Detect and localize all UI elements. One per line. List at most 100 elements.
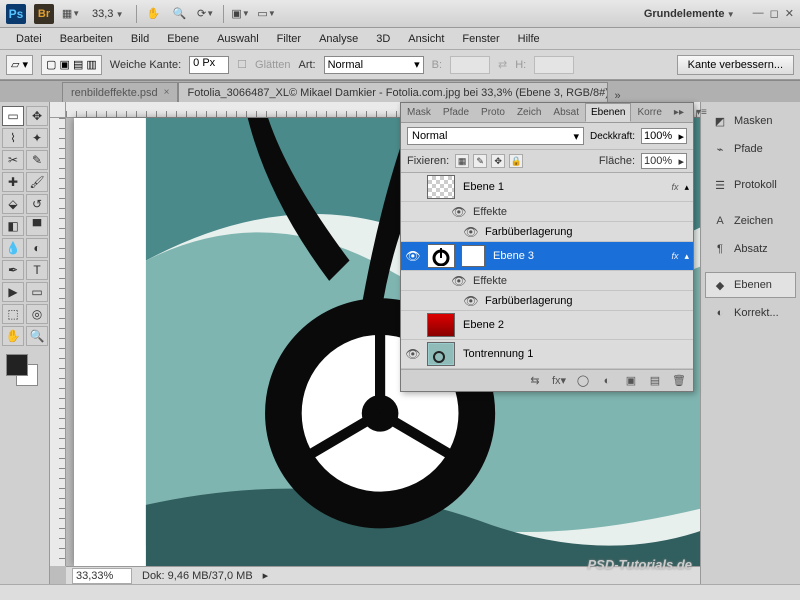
dock-ebenen[interactable]: ◆Ebenen — [705, 272, 796, 298]
shape-tool[interactable]: ▭ — [26, 282, 48, 302]
layer-mask-thumbnail[interactable] — [461, 245, 485, 267]
doc-tab-active[interactable]: Fotolia_3066487_XL© Mikael Damkier - Fot… — [178, 82, 608, 102]
photoshop-logo[interactable]: Ps — [6, 4, 26, 24]
lock-all-icon[interactable]: 🔒 — [509, 154, 523, 168]
dock-masken[interactable]: ◩Masken — [705, 108, 796, 134]
panel-collapse-icon[interactable]: ▸▸ — [668, 103, 690, 122]
healing-tool[interactable]: ✚ — [2, 172, 24, 192]
menu-fenster[interactable]: Fenster — [454, 30, 507, 48]
dodge-tool[interactable]: ◐ — [26, 238, 48, 258]
eye-icon[interactable]: 👁 — [405, 249, 420, 263]
move-tool[interactable]: ✥ — [26, 106, 48, 126]
fx-badge[interactable]: fx — [671, 251, 678, 261]
menu-ansicht[interactable]: Ansicht — [400, 30, 452, 48]
pen-tool[interactable]: ✒ — [2, 260, 24, 280]
group-icon[interactable]: ▣ — [623, 373, 639, 389]
menu-bearbeiten[interactable]: Bearbeiten — [52, 30, 121, 48]
panel-tab-ebenen[interactable]: Ebenen — [585, 103, 631, 122]
arrange-docs-icon[interactable]: ▣ — [232, 5, 250, 23]
zoom-tool[interactable]: 🔍 — [26, 326, 48, 346]
doc-info-arrow-icon[interactable]: ▸ — [263, 569, 269, 582]
panel-tab-pfade[interactable]: Pfade — [437, 103, 475, 122]
zoom-tool-icon[interactable]: 🔍 — [171, 5, 189, 23]
menu-hilfe[interactable]: Hilfe — [510, 30, 548, 48]
menu-bild[interactable]: Bild — [123, 30, 157, 48]
fx-badge[interactable]: fx — [671, 182, 678, 192]
layer-thumbnail[interactable] — [427, 175, 455, 199]
panel-tab-absatz[interactable]: Absat — [547, 103, 585, 122]
panel-tab-zeichen[interactable]: Zeich — [511, 103, 547, 122]
layer-row-ebene3[interactable]: 👁 Ebene 3 fx ▴ — [401, 242, 693, 271]
eye-icon[interactable]: 👁 — [405, 347, 420, 361]
ruler-origin[interactable] — [50, 102, 66, 118]
dock-pfade[interactable]: ⌁Pfade — [705, 136, 796, 162]
lock-transparency-icon[interactable]: ▦ — [455, 154, 469, 168]
hand-tool-icon[interactable]: ✋ — [145, 5, 163, 23]
bridge-logo[interactable]: Br — [34, 4, 54, 24]
tab-close-icon[interactable]: × — [164, 87, 170, 98]
dock-protokoll[interactable]: ☰Protokoll — [705, 172, 796, 198]
foreground-color-swatch[interactable] — [6, 354, 28, 376]
effect-color-overlay[interactable]: 👁 Farbüberlagerung — [401, 291, 693, 311]
panel-tab-masken[interactable]: Mask — [401, 103, 437, 122]
marquee-tool[interactable]: ▭ — [2, 106, 24, 126]
workspace-switcher[interactable]: Grundelemente — [644, 8, 735, 20]
layer-name[interactable]: Ebene 3 — [491, 250, 665, 262]
layer-thumbnail[interactable] — [427, 313, 455, 337]
eye-icon[interactable]: 👁 — [463, 294, 478, 308]
effects-collapse-icon[interactable]: ▴ — [684, 251, 689, 262]
panel-tab-protokoll[interactable]: Proto — [475, 103, 511, 122]
hand-tool[interactable]: ✋ — [2, 326, 24, 346]
new-layer-icon[interactable]: ▤ — [647, 373, 663, 389]
adjustment-layer-icon[interactable]: ◐ — [599, 373, 615, 389]
eye-icon[interactable]: 👁 — [451, 274, 466, 288]
stamp-tool[interactable]: ⬙ — [2, 194, 24, 214]
feather-input[interactable]: 0 Px — [189, 56, 229, 74]
menu-ebene[interactable]: Ebene — [159, 30, 207, 48]
style-select[interactable]: Normal▾ — [324, 56, 424, 74]
menu-filter[interactable]: Filter — [269, 30, 309, 48]
lasso-tool-preset[interactable]: ▱ ▾ — [6, 55, 33, 75]
blend-mode-select[interactable]: Normal▾ — [407, 127, 584, 145]
effects-row[interactable]: 👁 Effekte — [401, 202, 693, 222]
lock-position-icon[interactable]: ✥ — [491, 154, 505, 168]
delete-layer-icon[interactable]: 🗑 — [671, 373, 687, 389]
doc-info[interactable]: Dok: 9,46 MB/37,0 MB — [142, 570, 253, 582]
rotate-view-icon[interactable]: ⟳ — [197, 5, 215, 23]
3d-camera-tool[interactable]: ◎ — [26, 304, 48, 324]
doc-tab-inactive[interactable]: renbildeffekte.psd × — [62, 82, 178, 102]
link-layers-icon[interactable]: ⇆ — [527, 373, 543, 389]
layer-name[interactable]: Ebene 2 — [461, 319, 689, 331]
panel-tab-korrekturen[interactable]: Korre — [631, 103, 667, 122]
history-brush-tool[interactable]: ↺ — [26, 194, 48, 214]
magic-wand-tool[interactable]: ✦ — [26, 128, 48, 148]
crop-tool[interactable]: ✂ — [2, 150, 24, 170]
lasso-tool[interactable]: ⌇ — [2, 128, 24, 148]
color-swatches[interactable] — [2, 354, 48, 390]
close-icon[interactable]: ✕ — [785, 7, 794, 20]
opacity-input[interactable]: 100%▸ — [641, 128, 687, 144]
refine-edge-button[interactable]: Kante verbessern... — [677, 55, 794, 75]
minimize-icon[interactable]: — — [753, 7, 764, 20]
screen-mode-icon[interactable]: ▭ — [258, 5, 276, 23]
menu-auswahl[interactable]: Auswahl — [209, 30, 267, 48]
effect-color-overlay[interactable]: 👁 Farbüberlagerung — [401, 222, 693, 242]
eye-icon[interactable]: 👁 — [451, 205, 466, 219]
3d-tool[interactable]: ⬚ — [2, 304, 24, 324]
layer-mask-icon[interactable]: ◯ — [575, 373, 591, 389]
eye-icon[interactable]: 👁 — [463, 225, 478, 239]
vertical-ruler[interactable] — [50, 118, 66, 566]
selection-mode-buttons[interactable]: ▢ ▣ ▤ ▥ — [41, 55, 102, 75]
path-select-tool[interactable]: ▶ — [2, 282, 24, 302]
layer-row-ebene2[interactable]: Ebene 2 — [401, 311, 693, 340]
view-extras-dropdown[interactable]: ▦ — [62, 5, 80, 23]
dock-absatz[interactable]: ¶Absatz — [705, 236, 796, 262]
effects-collapse-icon[interactable]: ▴ — [684, 182, 689, 193]
layer-thumbnail[interactable] — [427, 342, 455, 366]
dock-korrekturen[interactable]: ◐Korrekt... — [705, 300, 796, 326]
menu-3d[interactable]: 3D — [368, 30, 398, 48]
layer-name[interactable]: Tontrennung 1 — [461, 348, 689, 360]
status-zoom[interactable]: 33,33% — [72, 568, 132, 584]
layer-thumbnail[interactable] — [427, 244, 455, 268]
layer-row-ebene1[interactable]: Ebene 1 fx ▴ — [401, 173, 693, 202]
